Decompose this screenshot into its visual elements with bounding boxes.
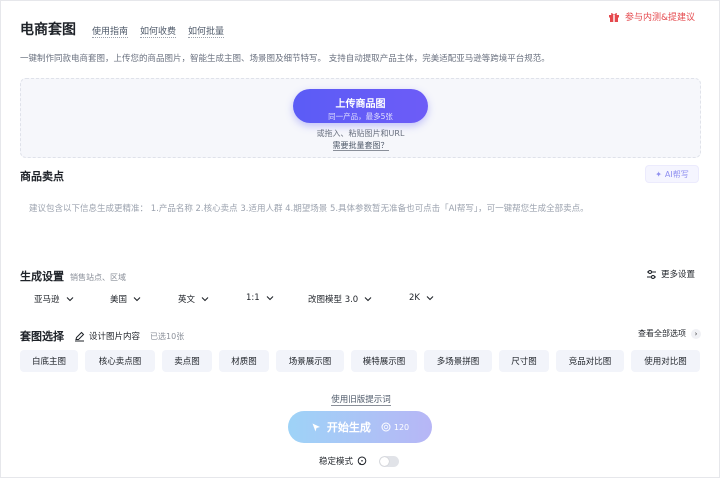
selected-count: 已选10张 bbox=[150, 331, 185, 341]
upload-dropzone[interactable]: 上传商品图 同一产品，最多5张 或拖入、粘贴图片和URL 需要批量套图？ bbox=[20, 78, 701, 158]
batch-link[interactable]: 需要批量套图？ bbox=[332, 141, 389, 151]
generate-settings-header: 生成设置 销售站点、区域 bbox=[20, 268, 126, 284]
page-title: 电商套图 bbox=[20, 22, 76, 38]
more-settings-button[interactable]: 更多设置 bbox=[646, 268, 695, 280]
coin-icon bbox=[381, 422, 391, 432]
chat-help-icon bbox=[357, 456, 367, 466]
region-select[interactable]: 美国 bbox=[110, 293, 141, 305]
chip-core-selling[interactable]: 核心卖点图 bbox=[85, 350, 155, 372]
stable-mode-toggle[interactable] bbox=[379, 455, 400, 467]
sliders-icon bbox=[647, 269, 656, 279]
generate-settings-title: 生成设置 bbox=[20, 270, 64, 283]
chevron-right-icon: › bbox=[691, 328, 701, 339]
more-settings-label: 更多设置 bbox=[661, 270, 696, 280]
upload-button-sublabel: 同一产品，最多5张 bbox=[328, 112, 393, 121]
design-content-link[interactable]: 设计图片内容 bbox=[74, 330, 140, 342]
feedback-button[interactable]: 参与内测&提建议 bbox=[608, 10, 695, 23]
view-all-button[interactable]: 查看全部选项 › bbox=[638, 328, 701, 339]
stable-mode-row: 稳定模式 bbox=[319, 455, 400, 467]
batch-help-link[interactable]: 如何批量 bbox=[188, 24, 225, 38]
batch-link-row: 需要批量套图？ bbox=[21, 140, 700, 151]
start-generate-label: 开始生成 bbox=[326, 421, 371, 434]
old-prompt-link[interactable]: 使用旧版提示词 bbox=[331, 395, 391, 406]
selling-points-input[interactable]: 建议包含以下信息生成更精准： 1.产品名称 2.核心卖点 3.适用人群 4.期望… bbox=[29, 202, 589, 214]
start-generate-button[interactable]: 开始生成 120 bbox=[288, 411, 432, 443]
resolution-value: 2K bbox=[409, 293, 420, 303]
platform-value: 亚马逊 bbox=[34, 295, 60, 305]
chip-scene[interactable]: 场景展示图 bbox=[276, 350, 344, 372]
model-select[interactable]: 改图模型 3.0 bbox=[308, 293, 372, 305]
chip-size[interactable]: 尺寸图 bbox=[499, 350, 549, 372]
stable-mode-label: 稳定模式 bbox=[319, 457, 354, 467]
gift-icon bbox=[608, 12, 619, 22]
pricing-link[interactable]: 如何收费 bbox=[140, 24, 177, 38]
resolution-select[interactable]: 2K bbox=[409, 293, 434, 303]
chip-selling[interactable]: 卖点图 bbox=[162, 350, 212, 372]
view-all-label: 查看全部选项 bbox=[638, 329, 686, 338]
region-value: 美国 bbox=[110, 295, 128, 305]
sparkle-icon: ✦ bbox=[655, 169, 662, 179]
toggle-knob bbox=[380, 456, 390, 466]
cursor-icon bbox=[312, 423, 320, 431]
chevron-down-icon bbox=[364, 297, 372, 302]
ratio-select[interactable]: 1:1 bbox=[246, 293, 274, 303]
chip-multi-scene[interactable]: 多场景拼图 bbox=[424, 350, 492, 372]
tao-select-title: 套图选择 bbox=[20, 330, 64, 343]
app-window: 电商套图 使用指南 如何收费 如何批量 参与内测&提建议 一键制作同款电商套图，… bbox=[0, 0, 720, 478]
chip-competitor[interactable]: 竞品对比图 bbox=[556, 350, 624, 372]
generate-settings-subtitle: 销售站点、区域 bbox=[70, 273, 126, 282]
page-header: 电商套图 使用指南 如何收费 如何批量 bbox=[20, 19, 225, 39]
tao-select-header: 套图选择 设计图片内容 已选10张 bbox=[20, 328, 184, 344]
chevron-down-icon bbox=[66, 297, 73, 302]
old-prompt-row: 使用旧版提示词 bbox=[1, 393, 720, 406]
image-type-chips: 白底主图 核心卖点图 卖点图 材质图 场景展示图 模特展示图 多场景拼图 尺寸图… bbox=[1, 350, 720, 372]
chip-model[interactable]: 模特展示图 bbox=[351, 350, 417, 372]
cost-badge: 120 bbox=[381, 422, 409, 432]
chip-material[interactable]: 材质图 bbox=[219, 350, 269, 372]
chevron-down-icon bbox=[426, 296, 434, 301]
language-value: 英文 bbox=[178, 295, 196, 305]
feedback-label: 参与内测&提建议 bbox=[624, 13, 695, 23]
model-value: 改图模型 3.0 bbox=[308, 295, 359, 305]
chip-usage-compare[interactable]: 使用对比图 bbox=[631, 350, 700, 372]
upload-button[interactable]: 上传商品图 同一产品，最多5张 bbox=[293, 89, 428, 123]
language-select[interactable]: 英文 bbox=[178, 293, 209, 305]
chevron-down-icon bbox=[201, 297, 209, 302]
page-description: 一键制作同款电商套图，上传您的商品图片，智能生成主图、场景图及细节特写。 支持自… bbox=[20, 54, 550, 64]
upload-button-label: 上传商品图 bbox=[335, 99, 386, 110]
settings-selects: 亚马逊 美国 英文 1:1 改图模型 3.0 2K bbox=[1, 293, 720, 309]
chevron-down-icon bbox=[133, 297, 141, 302]
chip-white-bg-main[interactable]: 白底主图 bbox=[20, 350, 78, 372]
design-content-label: 设计图片内容 bbox=[89, 332, 141, 342]
ratio-value: 1:1 bbox=[246, 293, 260, 303]
edit-icon bbox=[75, 331, 85, 341]
guide-link[interactable]: 使用指南 bbox=[92, 24, 129, 38]
upload-hint: 或拖入、粘贴图片和URL bbox=[316, 129, 405, 138]
ai-write-button[interactable]: ✦ AI帮写 bbox=[645, 165, 699, 183]
selling-points-title: 商品卖点 bbox=[20, 170, 64, 183]
cost-value: 120 bbox=[393, 422, 410, 432]
ai-write-label: AI帮写 bbox=[664, 169, 689, 179]
platform-select[interactable]: 亚马逊 bbox=[34, 293, 74, 305]
chevron-down-icon bbox=[266, 296, 274, 301]
